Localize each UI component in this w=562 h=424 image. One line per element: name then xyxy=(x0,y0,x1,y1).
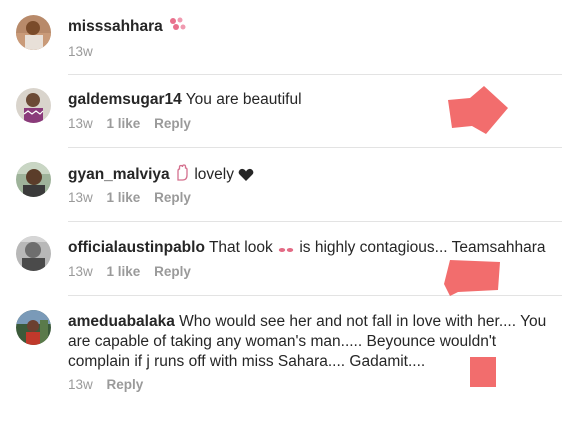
eyes-icon xyxy=(277,241,295,261)
comment-meta: 13w xyxy=(68,44,103,59)
heart-icon xyxy=(238,168,254,188)
comment-meta: 13w Reply xyxy=(68,377,153,392)
avatar[interactable] xyxy=(16,236,51,271)
comment-meta: 13w 1 like Reply xyxy=(68,190,201,205)
comment-username[interactable]: galdemsugar14 xyxy=(68,91,182,108)
comment-timestamp: 13w xyxy=(68,116,93,131)
reply-button[interactable]: Reply xyxy=(154,190,191,205)
like-count-button[interactable]: 1 like xyxy=(107,190,141,205)
pink-flowers-icon xyxy=(167,16,187,40)
comment-text: lovely xyxy=(194,166,234,183)
like-count-button[interactable]: 1 like xyxy=(107,116,141,131)
avatar[interactable] xyxy=(16,15,51,50)
reply-button[interactable]: Reply xyxy=(154,116,191,131)
comment-username[interactable]: gyan_malviya xyxy=(68,166,170,183)
redaction-mark xyxy=(444,260,500,296)
reply-button[interactable]: Reply xyxy=(107,377,144,392)
comment-meta: 13w 1 like Reply xyxy=(68,116,201,131)
comment-item: misssahhara 13w xyxy=(0,0,562,75)
comment-text: is highly contagious... Teamsahhara xyxy=(299,239,546,256)
comment-timestamp: 13w xyxy=(68,190,93,205)
comment-body: gyan_malviya lovely xyxy=(68,164,552,188)
raised-hand-icon xyxy=(174,164,190,188)
comment-item: gyan_malviya lovely 13w 1 like Reply xyxy=(0,148,562,222)
comment-timestamp: 13w xyxy=(68,377,93,392)
comment-username[interactable]: officialaustinpablo xyxy=(68,239,205,256)
redaction-mark xyxy=(470,357,496,387)
avatar[interactable] xyxy=(16,162,51,197)
comment-timestamp: 13w xyxy=(68,264,93,279)
redaction-mark xyxy=(448,86,508,134)
avatar[interactable] xyxy=(16,88,51,123)
reply-button[interactable]: Reply xyxy=(154,264,191,279)
avatar[interactable] xyxy=(16,310,51,345)
comment-meta: 13w 1 like Reply xyxy=(68,264,201,279)
comment-username[interactable]: ameduabalaka xyxy=(68,313,175,330)
comment-timestamp: 13w xyxy=(68,44,93,59)
like-count-button[interactable]: 1 like xyxy=(107,264,141,279)
comment-text: That look xyxy=(208,239,273,256)
comment-body: misssahhara xyxy=(68,16,552,40)
comment-username[interactable]: misssahhara xyxy=(68,18,163,35)
comment-text: You are beautiful xyxy=(185,91,302,108)
